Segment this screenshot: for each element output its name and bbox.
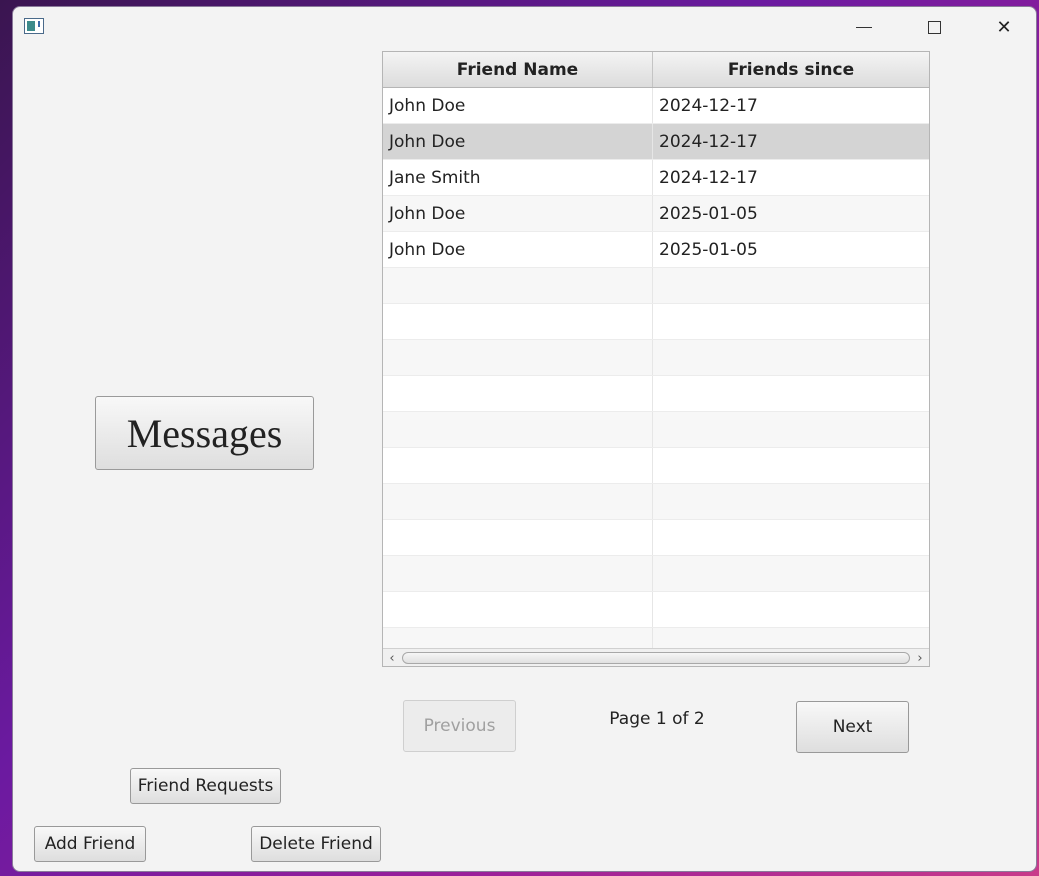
cell-friends-since bbox=[653, 484, 929, 519]
page-indicator: Page 1 of 2 bbox=[609, 709, 705, 729]
cell-friends-since: 2024-12-17 bbox=[659, 95, 758, 116]
app-window: ✕ Messages Friend Name Friends since Joh… bbox=[12, 6, 1037, 872]
table-row[interactable] bbox=[383, 304, 929, 340]
cell-friend-name: John Doe bbox=[383, 88, 653, 123]
close-icon: ✕ bbox=[996, 16, 1012, 38]
table-header: Friend Name Friends since bbox=[383, 52, 929, 88]
table-row[interactable] bbox=[383, 520, 929, 556]
table-row[interactable]: John Doe 2025-01-05 bbox=[383, 232, 929, 268]
cell-friends-since bbox=[653, 556, 929, 591]
scrollbar-thumb[interactable] bbox=[402, 652, 910, 664]
table-row[interactable] bbox=[383, 592, 929, 628]
column-header-friend-name[interactable]: Friend Name bbox=[383, 52, 653, 87]
cell-friend-name bbox=[383, 412, 653, 447]
column-header-friends-since[interactable]: Friends since bbox=[653, 52, 929, 87]
cell-friend-name bbox=[383, 520, 653, 555]
table-row[interactable] bbox=[383, 268, 929, 304]
minimize-button[interactable] bbox=[841, 12, 887, 42]
friend-requests-button[interactable]: Friend Requests bbox=[130, 768, 281, 804]
cell-friends-since: 2025-01-05 bbox=[659, 203, 758, 224]
cell-friend-name: John Doe bbox=[383, 196, 653, 231]
next-button[interactable]: Next bbox=[796, 701, 909, 753]
messages-button[interactable]: Messages bbox=[95, 396, 314, 470]
maximize-button[interactable] bbox=[911, 12, 957, 42]
table-row[interactable]: Jane Smith 2024-12-17 bbox=[383, 160, 929, 196]
cell-friend-name bbox=[383, 448, 653, 483]
delete-friend-button[interactable]: Delete Friend bbox=[251, 826, 381, 862]
scroll-left-icon[interactable]: ‹ bbox=[385, 650, 399, 666]
table-body: John Doe 2024-12-17 John Doe 2024-12-17 Jane… bbox=[383, 88, 929, 664]
table-row[interactable]: John Doe 2024-12-17 bbox=[383, 88, 929, 124]
cell-friend-name bbox=[383, 556, 653, 591]
table-row[interactable]: John Doe 2025-01-05 bbox=[383, 196, 929, 232]
cell-friend-name: John Doe bbox=[383, 124, 653, 159]
cell-friends-since bbox=[653, 340, 929, 375]
add-friend-button[interactable]: Add Friend bbox=[34, 826, 146, 862]
cell-friend-name bbox=[383, 484, 653, 519]
horizontal-scrollbar[interactable]: ‹ › bbox=[383, 648, 929, 666]
table-row[interactable] bbox=[383, 376, 929, 412]
cell-friends-since bbox=[653, 412, 929, 447]
cell-friend-name bbox=[383, 340, 653, 375]
cell-friends-since: 2024-12-17 bbox=[659, 167, 758, 188]
previous-button[interactable]: Previous bbox=[403, 700, 516, 752]
cell-friends-since bbox=[653, 268, 929, 303]
table-row[interactable] bbox=[383, 556, 929, 592]
cell-friends-since bbox=[653, 592, 929, 627]
minimize-icon bbox=[856, 26, 872, 28]
close-button[interactable]: ✕ bbox=[981, 12, 1027, 42]
table-row[interactable] bbox=[383, 448, 929, 484]
cell-friends-since: 2025-01-05 bbox=[659, 239, 758, 260]
table-row[interactable] bbox=[383, 340, 929, 376]
title-bar[interactable]: ✕ bbox=[13, 7, 1036, 47]
table-row[interactable] bbox=[383, 412, 929, 448]
cell-friends-since bbox=[653, 448, 929, 483]
cell-friend-name bbox=[383, 268, 653, 303]
cell-friend-name: John Doe bbox=[383, 232, 653, 267]
table-row[interactable]: John Doe 2024-12-17 bbox=[383, 124, 929, 160]
friends-table: Friend Name Friends since John Doe 2024-1… bbox=[382, 51, 930, 667]
table-row[interactable] bbox=[383, 484, 929, 520]
cell-friend-name: Jane Smith bbox=[383, 160, 653, 195]
maximize-icon bbox=[927, 20, 941, 34]
cell-friends-since: 2024-12-17 bbox=[659, 131, 758, 152]
cell-friend-name bbox=[383, 592, 653, 627]
app-icon bbox=[24, 18, 44, 34]
cell-friends-since bbox=[653, 520, 929, 555]
scroll-right-icon[interactable]: › bbox=[913, 650, 927, 666]
cell-friend-name bbox=[383, 304, 653, 339]
cell-friends-since bbox=[653, 376, 929, 411]
cell-friends-since bbox=[653, 304, 929, 339]
cell-friend-name bbox=[383, 376, 653, 411]
